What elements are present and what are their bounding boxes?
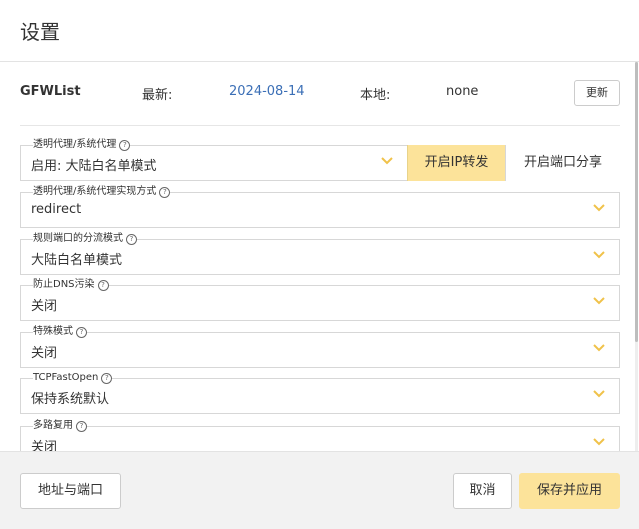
help-icon[interactable]: ? [101, 373, 113, 384]
ip-forward-button[interactable]: 开启IP转发 [407, 145, 505, 181]
chevron-down-icon [593, 297, 605, 305]
help-icon[interactable]: ? [76, 421, 87, 432]
gfwlist-latest-value: 2024-08-14 [229, 84, 305, 99]
gfwlist-label: GFWList [20, 84, 81, 99]
dns-pollution-label: 防止DNS污染? [33, 279, 109, 291]
chevron-down-icon [593, 438, 605, 446]
settings-dialog: 设置 GFWList 最新: 2024-08-14 本地: none 更新 透明… [0, 0, 639, 529]
help-icon[interactable]: ? [76, 327, 87, 338]
proxy-impl-label: 透明代理/系统代理实现方式? [33, 186, 171, 198]
routing-mode-label: 规则端口的分流模式? [33, 233, 137, 245]
special-mode-value: 关闭 [31, 346, 58, 361]
proxy-impl-select[interactable]: 透明代理/系统代理实现方式? redirect [20, 186, 620, 228]
routing-mode-select[interactable]: 规则端口的分流模式? 大陆白名单模式 [20, 233, 620, 275]
gfwlist-row: GFWList 最新: 2024-08-14 本地: none 更新 [20, 62, 620, 126]
help-icon[interactable]: ? [119, 140, 131, 151]
scrollbar[interactable] [635, 62, 638, 451]
dialog-header: 设置 [0, 0, 639, 62]
tcp-fast-open-value: 保持系统默认 [31, 392, 110, 407]
routing-mode-value: 大陆白名单模式 [31, 253, 123, 268]
address-port-button[interactable]: 地址与端口 [20, 473, 121, 509]
multiplex-label: 多路复用? [33, 420, 87, 432]
dns-pollution-select[interactable]: 防止DNS污染? 关闭 [20, 279, 620, 321]
scrollbar-thumb[interactable] [635, 62, 638, 342]
dns-pollution-value: 关闭 [31, 299, 58, 314]
gfwlist-local-label: 本地: [360, 88, 391, 103]
proxy-impl-value: redirect [31, 202, 82, 217]
proxy-mode-label: 透明代理/系统代理? [33, 139, 131, 151]
dialog-footer: 地址与端口 取消 保存并应用 [0, 451, 639, 529]
multiplex-select[interactable]: 多路复用? 关闭 [20, 420, 620, 451]
gfwlist-latest-label: 最新: [142, 88, 173, 103]
chevron-down-icon [593, 251, 605, 259]
proxy-mode-select[interactable]: 透明代理/系统代理? 启用: 大陆白名单模式 开启IP转发 开启端口分享 [20, 139, 620, 181]
tcp-fast-open-label: TCPFastOpen? [33, 372, 113, 384]
port-share-button[interactable]: 开启端口分享 [505, 145, 620, 181]
update-button[interactable]: 更新 [574, 80, 620, 106]
proxy-mode-value: 启用: 大陆白名单模式 [31, 159, 157, 174]
chevron-down-icon [593, 204, 605, 212]
gfwlist-local-value: none [446, 84, 479, 99]
tcp-fast-open-select[interactable]: TCPFastOpen? 保持系统默认 [20, 372, 620, 414]
special-mode-label: 特殊模式? [33, 326, 87, 338]
chevron-down-icon [593, 344, 605, 352]
help-icon[interactable]: ? [126, 234, 137, 245]
multiplex-value: 关闭 [31, 440, 58, 451]
chevron-down-icon [593, 390, 605, 398]
dialog-body: GFWList 最新: 2024-08-14 本地: none 更新 透明代理/… [0, 62, 639, 451]
save-apply-button[interactable]: 保存并应用 [519, 473, 620, 509]
help-icon[interactable]: ? [97, 280, 109, 291]
cancel-button[interactable]: 取消 [453, 473, 512, 509]
special-mode-select[interactable]: 特殊模式? 关闭 [20, 326, 620, 368]
dialog-title: 设置 [20, 20, 60, 44]
help-icon[interactable]: ? [159, 187, 171, 198]
chevron-down-icon [381, 157, 393, 165]
